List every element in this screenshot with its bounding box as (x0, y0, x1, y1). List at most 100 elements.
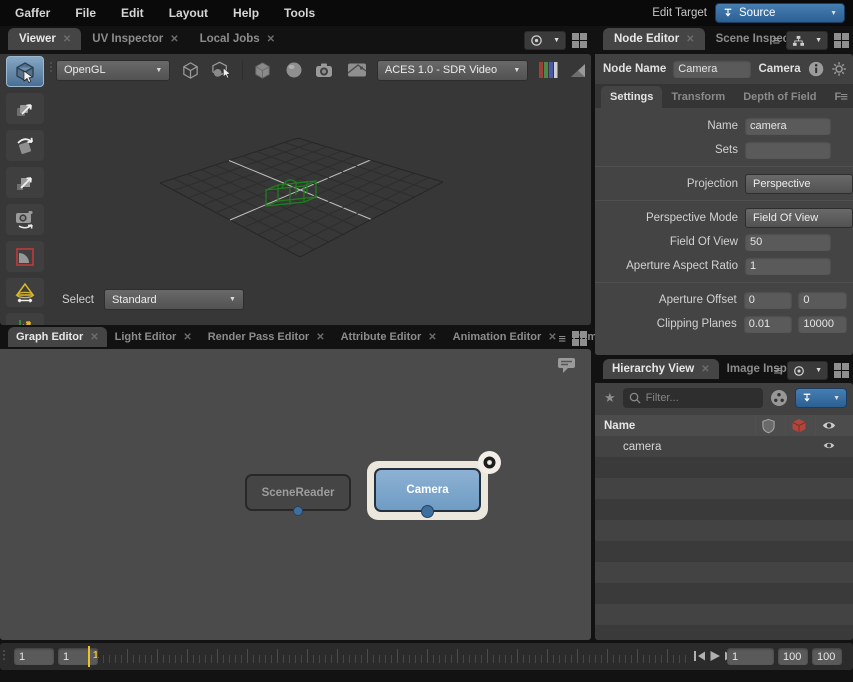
node-output-plug[interactable] (421, 505, 434, 518)
menu-edit[interactable]: Edit (121, 6, 144, 20)
section-tab-truncated[interactable]: F (826, 86, 842, 108)
timeline-playhead[interactable] (88, 646, 90, 667)
eye-icon[interactable] (822, 439, 836, 452)
tab-node-editor[interactable]: Node Editor ✕ (603, 28, 705, 50)
tab-light-editor[interactable]: Light Editor ✕ (107, 327, 200, 347)
section-tab-depth-of-field[interactable]: Depth of Field (734, 86, 825, 108)
perspective-mode-dropdown[interactable]: Field Of View (745, 208, 853, 228)
display-transform-dropdown[interactable]: ACES 1.0 - SDR Video ▼ (377, 60, 528, 81)
section-tab-transform[interactable]: Transform (662, 86, 734, 108)
draw-cube-icon[interactable] (252, 59, 274, 81)
tab-hierarchy-view[interactable]: Hierarchy View ✕ (603, 359, 719, 379)
gear-icon[interactable] (831, 60, 847, 78)
filter-input[interactable]: Filter... (623, 388, 763, 408)
menu-help[interactable]: Help (233, 6, 259, 20)
draw-sphere-icon[interactable] (283, 59, 305, 81)
rotate-tool-button[interactable] (6, 130, 44, 161)
timeline-ruler[interactable] (97, 648, 689, 665)
close-icon[interactable]: ✕ (428, 332, 436, 343)
light-tool-button[interactable] (6, 278, 44, 307)
aperture-aspect-ratio-field[interactable]: 1 (745, 257, 831, 275)
node-output-plug[interactable] (293, 506, 303, 516)
hierarchy-pin-button[interactable]: ▼ (795, 388, 847, 408)
aperture-offset-y-field[interactable]: 0 (798, 291, 847, 309)
node-set-menu-button[interactable]: ▼ (786, 31, 828, 50)
skip-to-start-icon[interactable] (693, 650, 706, 662)
close-icon[interactable]: ✕ (170, 34, 178, 45)
shield-column-icon[interactable] (761, 418, 776, 434)
annotation-bubble-icon[interactable] (556, 356, 577, 379)
close-icon[interactable]: ✕ (267, 34, 275, 45)
hamburger-icon[interactable]: ≡ (558, 332, 566, 345)
sets-field[interactable] (745, 141, 831, 159)
translate-tool-button[interactable] (6, 93, 44, 124)
focus-ring-icon[interactable] (477, 450, 502, 475)
clipping-planes-near-field[interactable]: 0.01 (744, 315, 793, 333)
channels-rgb-icon[interactable] (537, 59, 557, 81)
tab-local-jobs[interactable]: Local Jobs ✕ (189, 28, 285, 50)
menu-tools[interactable]: Tools (284, 6, 315, 20)
close-icon[interactable]: ✕ (316, 332, 324, 343)
tab-viewer[interactable]: Viewer ✕ (8, 28, 81, 50)
hamburger-icon[interactable]: ≡ (772, 34, 780, 47)
tab-attribute-editor[interactable]: Attribute Editor ✕ (333, 327, 445, 347)
eye-column-icon[interactable] (821, 418, 837, 433)
play-icon[interactable] (709, 650, 721, 662)
scale-tool-button[interactable] (6, 167, 44, 198)
current-frame-field[interactable]: 1 (58, 648, 98, 665)
end-frame-field[interactable]: 100 (812, 648, 842, 665)
graph-editor-canvas[interactable]: SceneReader Camera (0, 349, 591, 640)
close-icon[interactable]: ✕ (701, 364, 709, 375)
cube-column-icon[interactable] (791, 418, 807, 434)
hamburger-icon[interactable]: ≡ (773, 364, 781, 377)
display-options-icon[interactable] (346, 59, 368, 81)
layout-grid-icon[interactable] (834, 33, 849, 48)
renderer-dropdown[interactable]: OpenGL ▼ (56, 60, 170, 81)
expansion-cube-icon[interactable] (211, 59, 233, 81)
aperture-offset-x-field[interactable]: 0 (744, 291, 793, 309)
name-column-header[interactable]: Name (595, 420, 635, 432)
menu-file[interactable]: File (75, 6, 96, 20)
hierarchy-row-camera[interactable]: camera (595, 436, 853, 457)
edit-target-source-button[interactable]: Source ▼ (715, 3, 845, 23)
crop-window-tool-button[interactable] (6, 241, 44, 272)
layout-grid-icon[interactable] (572, 331, 587, 346)
select-tool-button[interactable] (6, 56, 44, 87)
name-field[interactable]: camera (745, 117, 831, 135)
layout-grid-icon[interactable] (834, 363, 849, 378)
info-icon[interactable] (808, 60, 824, 78)
light-position-tool-button[interactable] (6, 313, 44, 325)
close-icon[interactable]: ✕ (183, 332, 191, 343)
splitter-handle[interactable] (3, 650, 5, 660)
camera-settings-icon[interactable] (314, 59, 336, 81)
clipping-planes-far-field[interactable]: 10000 (798, 315, 847, 333)
projection-dropdown[interactable]: Perspective (745, 174, 853, 194)
node-name-input[interactable]: Camera (673, 60, 751, 78)
close-icon[interactable]: ✕ (63, 34, 71, 45)
exposure-gamma-icon[interactable] (567, 59, 589, 81)
playback-frame-field[interactable]: 1 (727, 648, 774, 665)
close-icon[interactable]: ✕ (686, 34, 694, 45)
menu-layout[interactable]: Layout (169, 6, 208, 20)
hamburger-icon[interactable]: ≡ (840, 90, 848, 103)
menu-gaffer[interactable]: Gaffer (15, 6, 50, 20)
tab-uv-inspector[interactable]: UV Inspector ✕ (81, 28, 188, 50)
field-of-view-field[interactable]: 50 (745, 233, 831, 251)
close-icon[interactable]: ✕ (548, 332, 556, 343)
range-end-field[interactable]: 100 (778, 648, 808, 665)
tab-animation-editor[interactable]: Animation Editor ✕ (445, 327, 565, 347)
section-tab-settings[interactable]: Settings (601, 86, 662, 108)
set-filter-icon[interactable] (770, 389, 788, 407)
viewport-3d[interactable] (0, 54, 591, 325)
star-icon[interactable]: ★ (604, 390, 616, 406)
close-icon[interactable]: ✕ (90, 332, 98, 343)
shading-cube-icon[interactable] (179, 59, 201, 81)
select-mode-dropdown[interactable]: Standard ▼ (104, 289, 244, 310)
camera-tool-button[interactable] (6, 204, 44, 235)
tab-graph-editor[interactable]: Graph Editor ✕ (8, 327, 107, 347)
splitter-handle[interactable] (50, 62, 52, 72)
tab-render-pass-editor[interactable]: Render Pass Editor ✕ (200, 327, 333, 347)
frame-range-start-field[interactable]: 1 (14, 648, 54, 665)
layout-grid-icon[interactable] (572, 33, 587, 48)
viewer-focus-menu-button[interactable]: ▼ (524, 31, 566, 50)
